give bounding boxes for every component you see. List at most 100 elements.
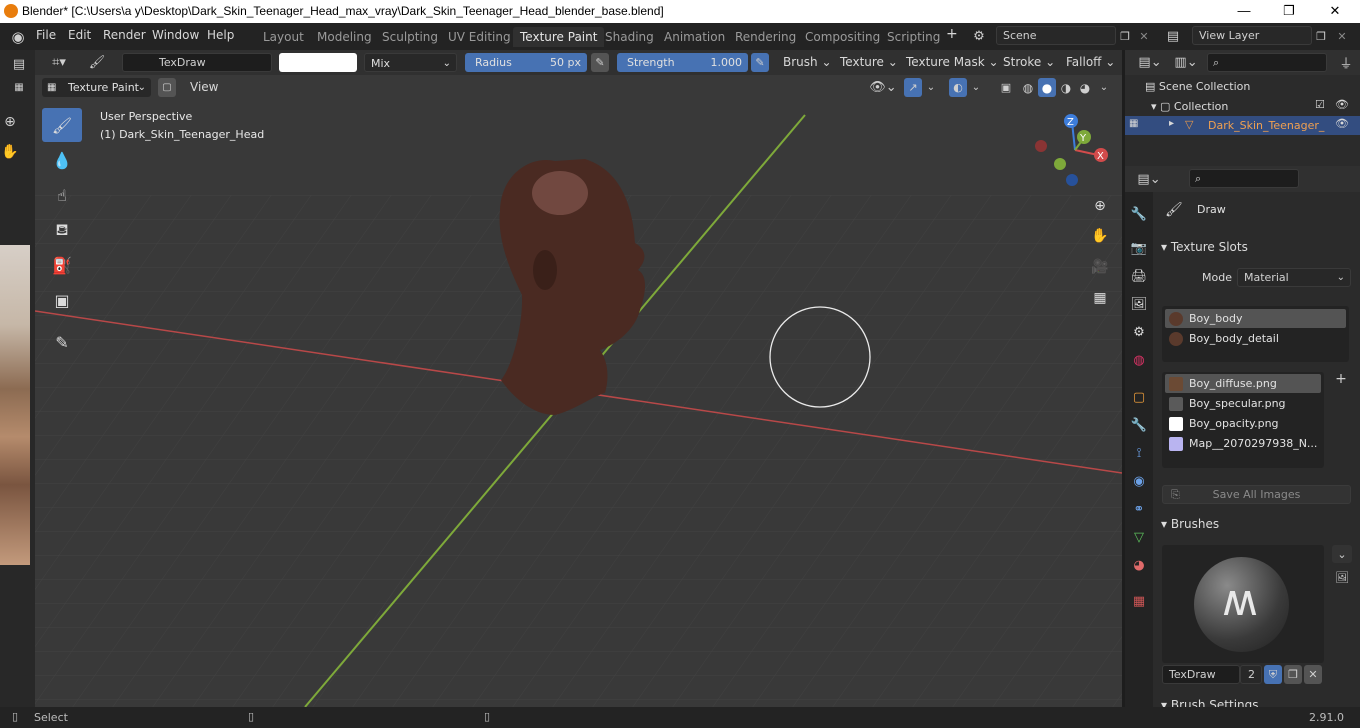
brush-icon[interactable]: 🖌 bbox=[85, 53, 109, 72]
material-item-boy-body[interactable]: Boy_body bbox=[1165, 309, 1346, 328]
chevron-down-icon[interactable]: ⌄ bbox=[969, 78, 983, 97]
physics-tab-icon[interactable]: ◉ bbox=[1128, 470, 1150, 492]
radius-pressure-icon[interactable]: ✎ bbox=[591, 53, 609, 72]
maximize-button[interactable]: ❐ bbox=[1266, 0, 1312, 23]
annotate-icon[interactable]: ✎ bbox=[42, 325, 82, 359]
outliner-object-row[interactable]: ▦ ▸ ▽ Dark_Skin_Teenager_ 👁 bbox=[1125, 116, 1360, 135]
tab-rendering[interactable]: Rendering bbox=[728, 27, 803, 47]
3d-viewport[interactable]: Texture Paint ▦ ⌄ ▢ View 👁⌄ ↗ ⌄ ◐ ⌄ ▣ ◍ … bbox=[35, 75, 1122, 707]
strength-slider[interactable]: Strength 1.000 bbox=[617, 53, 748, 72]
brush-preview[interactable]: ʍ bbox=[1162, 545, 1324, 663]
zoom-icon[interactable]: ⊕ bbox=[0, 112, 20, 132]
editor-type-icon[interactable]: ▤⌄ bbox=[1137, 53, 1163, 72]
navigation-gizmo[interactable]: Z X Y bbox=[1030, 110, 1120, 190]
tab-animation[interactable]: Animation bbox=[657, 27, 732, 47]
fill-icon[interactable]: ⛽ bbox=[42, 248, 82, 282]
material-item-boy-body-detail[interactable]: Boy_body_detail bbox=[1165, 329, 1346, 348]
view-layer-icon[interactable]: ▤ bbox=[1160, 27, 1186, 46]
brushes-panel[interactable]: ▾ Brushes bbox=[1161, 517, 1219, 531]
hand-icon[interactable]: ✋ bbox=[0, 142, 20, 162]
eye-icon[interactable]: 👁 bbox=[1335, 98, 1349, 111]
brush-color-swatch[interactable] bbox=[279, 53, 357, 72]
outliner-search-input[interactable]: ⌕ bbox=[1207, 53, 1327, 72]
tab-scripting[interactable]: Scripting bbox=[880, 27, 947, 47]
chevron-down-icon[interactable]: ⌄ bbox=[1097, 78, 1111, 97]
brush-name-field[interactable]: TexDraw bbox=[122, 53, 272, 72]
tab-sculpting[interactable]: Sculpting bbox=[375, 27, 445, 47]
mask-toggle-icon[interactable]: ▢ bbox=[158, 78, 176, 97]
texture-tab-icon[interactable]: ▦ bbox=[1128, 590, 1150, 612]
view-layer-tab-icon[interactable]: 🖼 bbox=[1128, 293, 1150, 315]
mask-icon[interactable]: ▣ bbox=[42, 283, 82, 317]
editor-type-icon[interactable]: ▤ bbox=[8, 54, 30, 74]
solid-shading-icon[interactable]: ● bbox=[1038, 78, 1056, 97]
tab-modeling[interactable]: Modeling bbox=[310, 27, 379, 47]
texture-menu[interactable]: Texture ⌄ bbox=[840, 55, 898, 69]
draw-brush-icon[interactable]: 🖌 bbox=[42, 108, 82, 142]
scene-field[interactable]: Scene bbox=[996, 26, 1116, 45]
outliner-scene-collection[interactable]: ▤ Scene Collection bbox=[1145, 80, 1250, 93]
display-mode-icon[interactable]: ▥⌄ bbox=[1173, 53, 1199, 72]
view-menu[interactable]: View bbox=[190, 80, 218, 94]
filter-icon[interactable]: ⏚ bbox=[1337, 53, 1355, 72]
tool-tab-icon[interactable]: 🔧 bbox=[1128, 203, 1150, 225]
chevron-down-icon[interactable]: ⌄ bbox=[1332, 545, 1352, 563]
menu-window[interactable]: Window bbox=[152, 28, 199, 42]
constraints-tab-icon[interactable]: ⚭ bbox=[1128, 498, 1150, 520]
fake-user-shield-icon[interactable]: ⛨ bbox=[1264, 665, 1282, 684]
soften-icon[interactable]: 💧 bbox=[42, 143, 82, 177]
checker-icon[interactable]: ▦ bbox=[8, 78, 30, 96]
tab-layout[interactable]: Layout bbox=[256, 27, 311, 47]
outliner-collection[interactable]: ▾ ▢ Collection bbox=[1151, 100, 1228, 113]
image-item[interactable]: Map__2070297938_N... bbox=[1165, 434, 1321, 453]
menu-file[interactable]: File bbox=[36, 28, 56, 42]
add-texture-button[interactable]: + bbox=[1331, 370, 1351, 388]
save-all-images-button[interactable]: ⎘ Save All Images bbox=[1162, 485, 1351, 504]
falloff-menu[interactable]: Falloff ⌄ bbox=[1066, 55, 1115, 69]
strength-pressure-icon[interactable]: ✎ bbox=[751, 53, 769, 72]
close-button[interactable]: ✕ bbox=[1312, 0, 1358, 23]
wireframe-shading-icon[interactable]: ◍ bbox=[1019, 78, 1037, 97]
render-tab-icon[interactable]: 📷 bbox=[1128, 237, 1150, 259]
smear-icon[interactable]: ☝ bbox=[42, 178, 82, 212]
output-tab-icon[interactable]: 🖨 bbox=[1128, 265, 1150, 287]
mode-dropdown[interactable]: Texture Paint ▦ ⌄ bbox=[42, 78, 151, 97]
eye-icon[interactable]: 👁 bbox=[1335, 117, 1349, 130]
brush-name-field[interactable]: TexDraw bbox=[1162, 665, 1240, 684]
image-item[interactable]: Boy_opacity.png bbox=[1165, 414, 1321, 433]
blender-menu-icon[interactable]: ◉ bbox=[8, 27, 28, 47]
image-item[interactable]: Boy_diffuse.png bbox=[1165, 374, 1321, 393]
copy-view-layer-icon[interactable]: ❐ bbox=[1313, 27, 1329, 46]
camera-icon[interactable]: 🎥 bbox=[1087, 254, 1113, 280]
scene-tab-icon[interactable]: ⚙ bbox=[1128, 321, 1150, 343]
mode-dropdown[interactable]: Material ⌄ bbox=[1237, 268, 1351, 287]
remove-view-layer-icon[interactable]: ✕ bbox=[1334, 27, 1350, 46]
rendered-shading-icon[interactable]: ◕ bbox=[1076, 78, 1094, 97]
radius-slider[interactable]: Radius 50 px bbox=[465, 53, 587, 72]
texture-slots-panel[interactable]: ▾ Texture Slots bbox=[1161, 240, 1248, 254]
xray-toggle-icon[interactable]: ▣ bbox=[997, 78, 1015, 97]
image-item[interactable]: Boy_specular.png bbox=[1165, 394, 1321, 413]
zoom-icon[interactable]: ⊕ bbox=[1087, 193, 1113, 219]
blend-mode-dropdown[interactable]: Mix ⌄ bbox=[364, 53, 457, 72]
brush-settings-panel[interactable]: ▾ Brush Settings bbox=[1161, 698, 1259, 707]
brush-type-icon[interactable]: ⌗▾ bbox=[41, 53, 77, 72]
gizmo-toggle-icon[interactable]: ↗ bbox=[904, 78, 922, 97]
editor-type-icon[interactable]: ▤⌄ bbox=[1135, 169, 1163, 189]
world-tab-icon[interactable]: ◍ bbox=[1128, 349, 1150, 371]
tab-texture-paint[interactable]: Texture Paint bbox=[513, 27, 605, 47]
scene-icon[interactable]: ⚙ bbox=[966, 27, 992, 46]
duplicate-brush-icon[interactable]: ❐ bbox=[1284, 665, 1302, 684]
unlink-brush-icon[interactable]: ✕ bbox=[1304, 665, 1322, 684]
material-tab-icon[interactable]: ◕ bbox=[1128, 554, 1150, 576]
chevron-down-icon[interactable]: ⌄ bbox=[924, 78, 938, 97]
tab-uv-editing[interactable]: UV Editing bbox=[441, 27, 518, 47]
texture-mask-menu[interactable]: Texture Mask ⌄ bbox=[906, 55, 999, 69]
add-workspace-button[interactable]: + bbox=[946, 26, 958, 42]
visibility-icon[interactable]: 👁⌄ bbox=[868, 78, 898, 97]
view-layer-field[interactable]: View Layer bbox=[1192, 26, 1312, 45]
tab-compositing[interactable]: Compositing bbox=[798, 27, 887, 47]
brush-menu[interactable]: Brush ⌄ bbox=[783, 55, 832, 69]
data-tab-icon[interactable]: ▽ bbox=[1128, 526, 1150, 548]
modifier-tab-icon[interactable]: 🔧 bbox=[1128, 414, 1150, 436]
